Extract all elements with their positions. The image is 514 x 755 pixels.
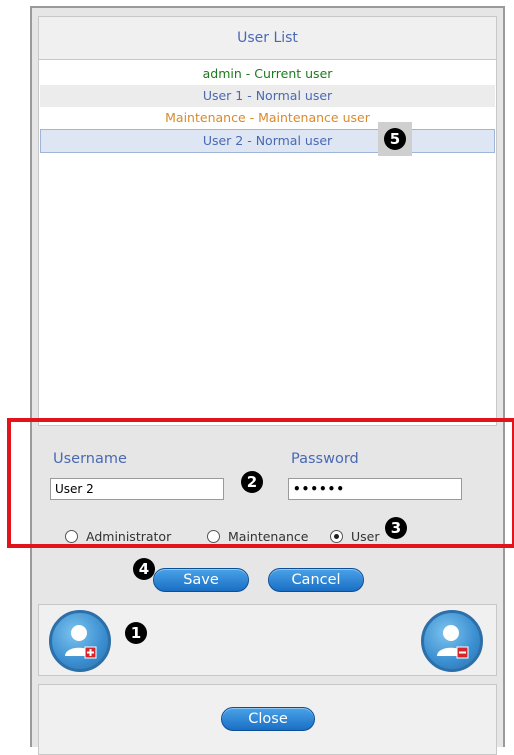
callout-marker-2: 2 xyxy=(241,471,263,493)
close-button[interactable]: Close xyxy=(221,707,315,731)
cancel-button[interactable]: Cancel xyxy=(268,568,364,592)
role-maintenance-label: Maintenance xyxy=(228,529,309,544)
user-list-item-admin[interactable]: admin - Current user xyxy=(40,63,495,85)
user-list-item-maintenance[interactable]: Maintenance - Maintenance user xyxy=(40,107,495,129)
user-list-window: User List admin - Current user User 1 - … xyxy=(30,6,505,755)
window-title: User List xyxy=(38,16,497,60)
add-user-button[interactable] xyxy=(49,610,111,672)
user-actions-panel xyxy=(38,604,497,676)
user-edit-form: Username Password User 2 •••••• Administ… xyxy=(38,426,497,594)
username-label: Username xyxy=(53,451,127,467)
role-user-label: User xyxy=(351,529,380,544)
callout-marker-1: 1 xyxy=(125,622,147,644)
callout-marker-3: 3 xyxy=(385,517,407,539)
remove-user-icon xyxy=(437,625,469,659)
add-user-icon xyxy=(65,625,97,659)
username-input[interactable]: User 2 xyxy=(50,478,224,500)
save-button[interactable]: Save xyxy=(153,568,249,592)
callout-marker-4: 4 xyxy=(133,558,155,580)
radio-circle-icon[interactable] xyxy=(65,530,78,543)
role-administrator-radio[interactable]: Administrator xyxy=(65,529,171,544)
password-label: Password xyxy=(291,451,359,467)
radio-circle-icon[interactable] xyxy=(207,530,220,543)
role-maintenance-radio[interactable]: Maintenance xyxy=(207,529,309,544)
callout-marker-5: 5 xyxy=(384,128,406,150)
user-list-item-user1[interactable]: User 1 - Normal user xyxy=(40,85,495,107)
role-administrator-label: Administrator xyxy=(86,529,172,544)
remove-user-button[interactable] xyxy=(421,610,483,672)
role-user-radio[interactable]: User xyxy=(330,529,380,544)
user-list: admin - Current user User 1 - Normal use… xyxy=(38,60,497,426)
radio-selected-icon[interactable] xyxy=(330,530,343,543)
password-input[interactable]: •••••• xyxy=(288,478,462,500)
close-panel: Close xyxy=(38,684,497,755)
user-list-item-user2-selected[interactable]: User 2 - Normal user xyxy=(40,129,495,153)
